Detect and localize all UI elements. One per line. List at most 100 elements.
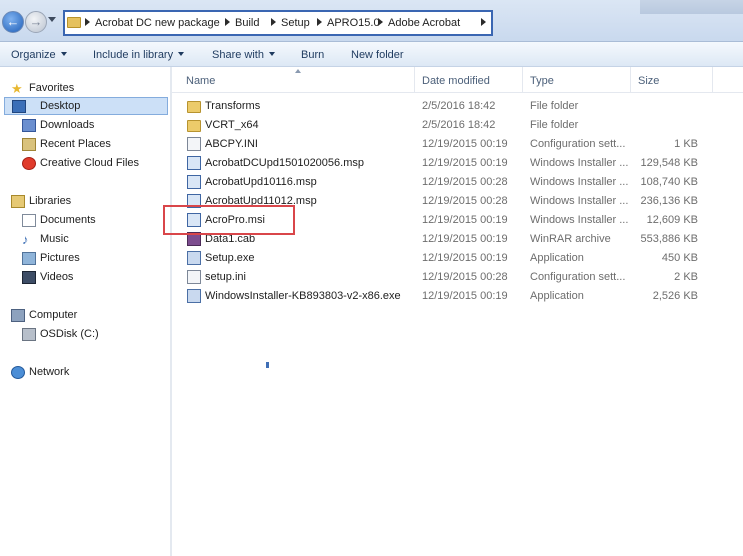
column-divider[interactable] xyxy=(414,67,415,93)
sort-ascending-icon xyxy=(295,69,301,73)
file-type: Application xyxy=(530,252,584,264)
nav-favorites[interactable]: ★ Favorites xyxy=(11,80,161,98)
file-row[interactable]: WindowsInstaller-KB893803-v2-x86.exe 12/… xyxy=(182,287,738,306)
file-size: 108,740 KB xyxy=(640,176,699,188)
file-type: Application xyxy=(530,290,584,302)
column-divider[interactable] xyxy=(522,67,523,93)
nav-item-creative-cloud-files[interactable]: Creative Cloud Files xyxy=(22,155,168,173)
file-date: 2/5/2016 18:42 xyxy=(422,119,496,131)
file-row[interactable]: AcrobatDCUpd1501020056.msp 12/19/2015 00… xyxy=(182,154,738,173)
nav-item-documents[interactable]: Documents xyxy=(22,212,168,230)
burn-button[interactable]: Burn xyxy=(301,49,324,61)
nav-libraries[interactable]: Libraries xyxy=(11,193,161,211)
videos-icon xyxy=(22,271,36,284)
chevron-right-icon[interactable] xyxy=(271,18,276,26)
column-header-name[interactable]: Name xyxy=(186,75,215,87)
file-row[interactable]: AcrobatUpd10116.msp 12/19/2015 00:28 Win… xyxy=(182,173,738,192)
file-type: Windows Installer ... xyxy=(530,195,629,207)
search-box[interactable] xyxy=(640,0,743,14)
msp-file-icon xyxy=(187,156,201,170)
breadcrumb-item[interactable]: Adobe Acrobat xyxy=(388,17,460,29)
navigation-pane: ★ Favorites Desktop Downloads Recent Pla… xyxy=(0,67,170,556)
organize-button[interactable]: Organize xyxy=(11,49,67,61)
nav-item-downloads[interactable]: Downloads xyxy=(22,117,168,135)
nav-item-videos[interactable]: Videos xyxy=(22,269,168,287)
share-with-label: Share with xyxy=(212,49,264,61)
chevron-right-icon[interactable] xyxy=(378,18,383,26)
folder-icon xyxy=(187,120,201,132)
file-row[interactable]: Transforms 2/5/2016 18:42 File folder xyxy=(182,97,738,116)
file-name: AcrobatUpd10116.msp xyxy=(205,176,317,188)
back-button[interactable]: ← xyxy=(2,11,24,33)
new-folder-button[interactable]: New folder xyxy=(351,49,404,61)
file-date: 12/19/2015 00:19 xyxy=(422,157,508,169)
nav-network[interactable]: Network xyxy=(11,364,161,382)
file-size: 553,886 KB xyxy=(640,233,699,245)
nav-item-pictures[interactable]: Pictures xyxy=(22,250,168,268)
file-size: 236,136 KB xyxy=(640,195,699,207)
nav-item-music[interactable]: ♪ Music xyxy=(22,231,168,249)
file-type: Windows Installer ... xyxy=(530,157,629,169)
nav-header-label: Libraries xyxy=(29,195,72,207)
hard-drive-icon xyxy=(22,328,36,341)
downloads-icon xyxy=(22,119,36,132)
nav-item-osdisk[interactable]: OSDisk (C:) xyxy=(22,326,168,344)
share-with-button[interactable]: Share with xyxy=(212,49,275,61)
nav-item-label: Desktop xyxy=(40,100,81,112)
breadcrumb-item[interactable]: Build xyxy=(235,17,259,29)
pictures-icon xyxy=(22,252,36,265)
nav-item-desktop[interactable]: Desktop xyxy=(4,97,168,115)
file-type: Configuration sett... xyxy=(530,271,626,283)
chevron-down-icon xyxy=(60,52,67,56)
file-row[interactable]: setup.ini 12/19/2015 00:28 Configuration… xyxy=(182,268,738,287)
chevron-down-icon xyxy=(268,52,275,56)
file-type: Windows Installer ... xyxy=(530,176,629,188)
file-list: Name Date modified Type Size Transforms … xyxy=(172,67,743,556)
file-name: WindowsInstaller-KB893803-v2-x86.exe xyxy=(205,290,401,302)
desktop-icon xyxy=(12,100,26,113)
file-name: VCRT_x64 xyxy=(205,119,259,131)
ini-file-icon xyxy=(187,270,201,284)
column-header-size[interactable]: Size xyxy=(638,75,659,87)
nav-item-label: Music xyxy=(40,233,69,245)
breadcrumb[interactable]: Acrobat DC new package Build Setup APRO1… xyxy=(63,10,493,36)
exe-file-icon xyxy=(187,289,201,303)
file-type: File folder xyxy=(530,119,579,131)
column-header-type[interactable]: Type xyxy=(530,75,554,87)
folder-icon xyxy=(67,17,81,28)
column-divider[interactable] xyxy=(712,67,713,93)
file-date: 12/19/2015 00:19 xyxy=(422,290,508,302)
file-type: File folder xyxy=(530,100,579,112)
file-size: 2 KB xyxy=(674,271,698,283)
nav-item-recent-places[interactable]: Recent Places xyxy=(22,136,168,154)
forward-arrow-icon: → xyxy=(29,14,43,29)
file-name: Setup.exe xyxy=(205,252,255,264)
nav-computer[interactable]: Computer xyxy=(11,307,161,325)
include-in-library-button[interactable]: Include in library xyxy=(93,49,185,61)
file-row[interactable]: ABCPY.INI 12/19/2015 00:19 Configuration… xyxy=(182,135,738,154)
breadcrumb-item[interactable]: APRO15.0 xyxy=(327,17,380,29)
file-size: 12,609 KB xyxy=(646,214,698,226)
chevron-right-icon[interactable] xyxy=(225,18,230,26)
exe-file-icon xyxy=(187,251,201,265)
include-in-library-label: Include in library xyxy=(93,49,174,61)
column-header-date-modified[interactable]: Date modified xyxy=(422,75,490,87)
file-date: 12/19/2015 00:28 xyxy=(422,195,508,207)
recent-locations-dropdown[interactable] xyxy=(48,17,56,22)
nav-item-label: Downloads xyxy=(40,119,95,131)
column-divider[interactable] xyxy=(630,67,631,93)
nav-item-label: Recent Places xyxy=(40,138,111,150)
breadcrumb-item[interactable]: Setup xyxy=(281,17,310,29)
chevron-right-icon[interactable] xyxy=(317,18,322,26)
chevron-right-icon[interactable] xyxy=(481,18,486,26)
breadcrumb-item[interactable]: Acrobat DC new package xyxy=(95,17,220,29)
chevron-right-icon[interactable] xyxy=(85,18,90,26)
file-size: 450 KB xyxy=(661,252,698,264)
file-row[interactable]: Setup.exe 12/19/2015 00:19 Application 4… xyxy=(182,249,738,268)
nav-item-label: Documents xyxy=(40,214,96,226)
file-row[interactable]: VCRT_x64 2/5/2016 18:42 File folder xyxy=(182,116,738,135)
forward-button[interactable]: → xyxy=(25,11,47,33)
file-type: Configuration sett... xyxy=(530,138,626,150)
file-name: AcrobatDCUpd1501020056.msp xyxy=(205,157,364,169)
file-name: Transforms xyxy=(205,100,261,112)
